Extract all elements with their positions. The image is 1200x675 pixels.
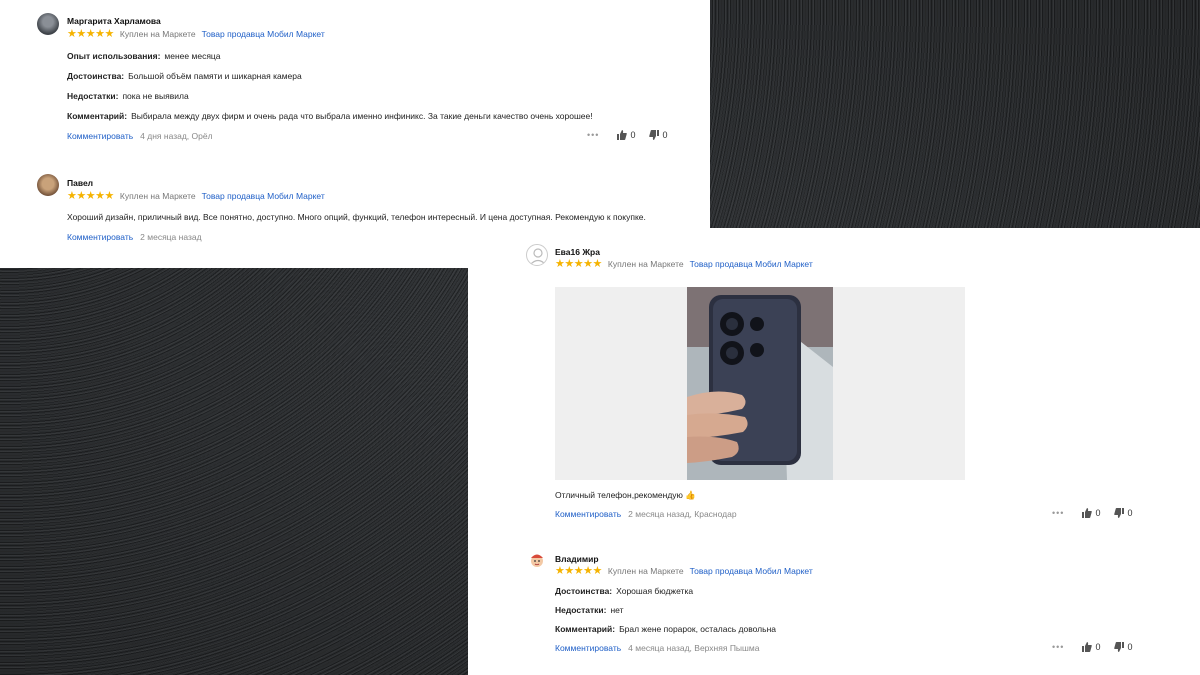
star-icon: ★ bbox=[85, 28, 96, 40]
seller-link[interactable]: Товар продавца Мобил Маркет bbox=[202, 29, 325, 39]
phone-photo-icon bbox=[687, 287, 833, 480]
avatar[interactable] bbox=[526, 549, 548, 571]
review-experience: Опыт использования: менее месяца bbox=[67, 51, 221, 61]
review-pros: Достоинства: Хорошая бюджетка bbox=[555, 586, 694, 596]
bought-badge: Куплен на Маркете bbox=[119, 191, 196, 201]
dislike-button[interactable]: 0 bbox=[1114, 642, 1132, 652]
more-dots-icon[interactable]: ••• bbox=[1052, 508, 1064, 518]
star-icon: ★ bbox=[583, 565, 593, 577]
review-meta: ★ ★ ★ ★ ★ Куплен на Маркете Товар продавца М… bbox=[67, 190, 325, 202]
dislike-button[interactable]: 0 bbox=[1114, 508, 1132, 518]
bought-badge: Куплен на Маркете bbox=[119, 29, 196, 39]
review-author[interactable]: Владимир bbox=[555, 554, 599, 564]
star-icon: ★ bbox=[95, 28, 105, 40]
review-meta: ★ ★ ★ ★ ★ Куплен на Маркете Товар продавца М… bbox=[67, 28, 325, 40]
review-actions: ••• 0 0 bbox=[587, 130, 681, 140]
comment-link[interactable]: Комментировать bbox=[555, 509, 621, 519]
review-actions: ••• 0 0 bbox=[1052, 508, 1146, 518]
star-icon: ★ bbox=[592, 565, 603, 577]
star-icon: ★ bbox=[564, 258, 574, 270]
review-comment: Комментарий: Брал жене порарок, осталась … bbox=[555, 624, 776, 634]
like-count: 0 bbox=[1095, 642, 1101, 652]
star-icon: ★ bbox=[104, 190, 115, 202]
review-footer: Комментировать 2 месяца назад bbox=[67, 232, 202, 242]
seller-link[interactable]: Товар продавца Мобил Маркет bbox=[202, 191, 325, 201]
review-card-bottom: Ева16 Жра ★ ★ ★ ★ ★ Куплен на Маркете Товар … bbox=[468, 228, 1200, 675]
dislike-count: 0 bbox=[1127, 508, 1133, 518]
dislike-count: 0 bbox=[662, 130, 668, 140]
thumb-up-icon bbox=[1082, 642, 1093, 652]
review-author[interactable]: Ева16 Жра bbox=[555, 247, 600, 257]
comment-link[interactable]: Комментировать bbox=[555, 643, 621, 653]
rating-stars: ★ ★ ★ ★ ★ bbox=[555, 565, 603, 577]
thumb-down-icon bbox=[1114, 508, 1125, 518]
comment-link[interactable]: Комментировать bbox=[67, 232, 133, 242]
bought-badge: Куплен на Маркете bbox=[607, 259, 684, 269]
star-icon: ★ bbox=[76, 190, 86, 202]
review-photo[interactable] bbox=[687, 287, 833, 480]
thumb-down-icon bbox=[1114, 642, 1125, 652]
like-button[interactable]: 0 bbox=[1082, 508, 1100, 518]
review-text: Отличный телефон,рекомендую 👍 bbox=[555, 490, 696, 500]
thumb-down-icon bbox=[649, 130, 660, 140]
star-icon: ★ bbox=[573, 565, 584, 577]
review-meta: ★ ★ ★ ★ ★ Куплен на Маркете Товар продавца М… bbox=[555, 258, 813, 270]
star-icon: ★ bbox=[95, 190, 105, 202]
star-icon: ★ bbox=[67, 28, 77, 40]
like-button[interactable]: 0 bbox=[1082, 642, 1100, 652]
review-date-location: 2 месяца назад bbox=[140, 232, 202, 242]
review-pros: Достоинства: Большой объём памяти и шикар… bbox=[67, 71, 302, 81]
review-actions: ••• 0 0 bbox=[1052, 642, 1146, 652]
avatar[interactable] bbox=[37, 13, 59, 35]
star-icon: ★ bbox=[76, 28, 86, 40]
avatar[interactable] bbox=[37, 174, 59, 196]
star-icon: ★ bbox=[555, 565, 565, 577]
dislike-count: 0 bbox=[1127, 642, 1133, 652]
seller-link[interactable]: Товар продавца Мобил Маркет bbox=[690, 566, 813, 576]
review-date-location: 2 месяца назад, Краснодар bbox=[628, 509, 737, 519]
review-author[interactable]: Павел bbox=[67, 178, 93, 188]
review-meta: ★ ★ ★ ★ ★ Куплен на Маркете Товар продавца М… bbox=[555, 565, 813, 577]
star-icon: ★ bbox=[573, 258, 584, 270]
like-button[interactable]: 0 bbox=[617, 130, 635, 140]
star-icon: ★ bbox=[555, 258, 565, 270]
star-icon: ★ bbox=[85, 190, 96, 202]
rating-stars: ★ ★ ★ ★ ★ bbox=[555, 258, 603, 270]
review-author[interactable]: Маргарита Харламова bbox=[67, 16, 161, 26]
review-comment: Комментарий: Выбирала между двух фирм и о… bbox=[67, 111, 593, 121]
review-footer: Комментировать 2 месяца назад, Краснодар bbox=[555, 509, 737, 519]
like-count: 0 bbox=[1095, 508, 1101, 518]
avatar[interactable] bbox=[526, 244, 548, 266]
dislike-button[interactable]: 0 bbox=[649, 130, 667, 140]
star-icon: ★ bbox=[67, 190, 77, 202]
more-dots-icon[interactable]: ••• bbox=[587, 130, 599, 140]
star-icon: ★ bbox=[104, 28, 115, 40]
review-cons: Недостатки: нет bbox=[555, 605, 624, 615]
thumb-up-icon bbox=[1082, 508, 1093, 518]
user-placeholder-icon bbox=[529, 248, 547, 265]
seller-link[interactable]: Товар продавца Мобил Маркет bbox=[690, 259, 813, 269]
review-footer: Комментировать 4 дня назад, Орёл bbox=[67, 131, 213, 141]
more-dots-icon[interactable]: ••• bbox=[1052, 642, 1064, 652]
cartoon-avatar-icon bbox=[531, 554, 543, 567]
rating-stars: ★ ★ ★ ★ ★ bbox=[67, 190, 115, 202]
rating-stars: ★ ★ ★ ★ ★ bbox=[67, 28, 115, 40]
like-count: 0 bbox=[630, 130, 636, 140]
star-icon: ★ bbox=[583, 258, 593, 270]
review-date-location: 4 дня назад, Орёл bbox=[140, 131, 213, 141]
comment-link[interactable]: Комментировать bbox=[67, 131, 133, 141]
review-date-location: 4 месяца назад, Верхняя Пышма bbox=[628, 643, 760, 653]
thumb-up-icon bbox=[617, 130, 628, 140]
review-footer: Комментировать 4 месяца назад, Верхняя П… bbox=[555, 643, 759, 653]
star-icon: ★ bbox=[564, 565, 574, 577]
review-text: Хороший дизайн, приличный вид. Все понят… bbox=[67, 212, 646, 222]
review-cons: Недостатки: пока не выявила bbox=[67, 91, 189, 101]
review-photo-container bbox=[555, 287, 965, 480]
bought-badge: Куплен на Маркете bbox=[607, 566, 684, 576]
star-icon: ★ bbox=[592, 258, 603, 270]
